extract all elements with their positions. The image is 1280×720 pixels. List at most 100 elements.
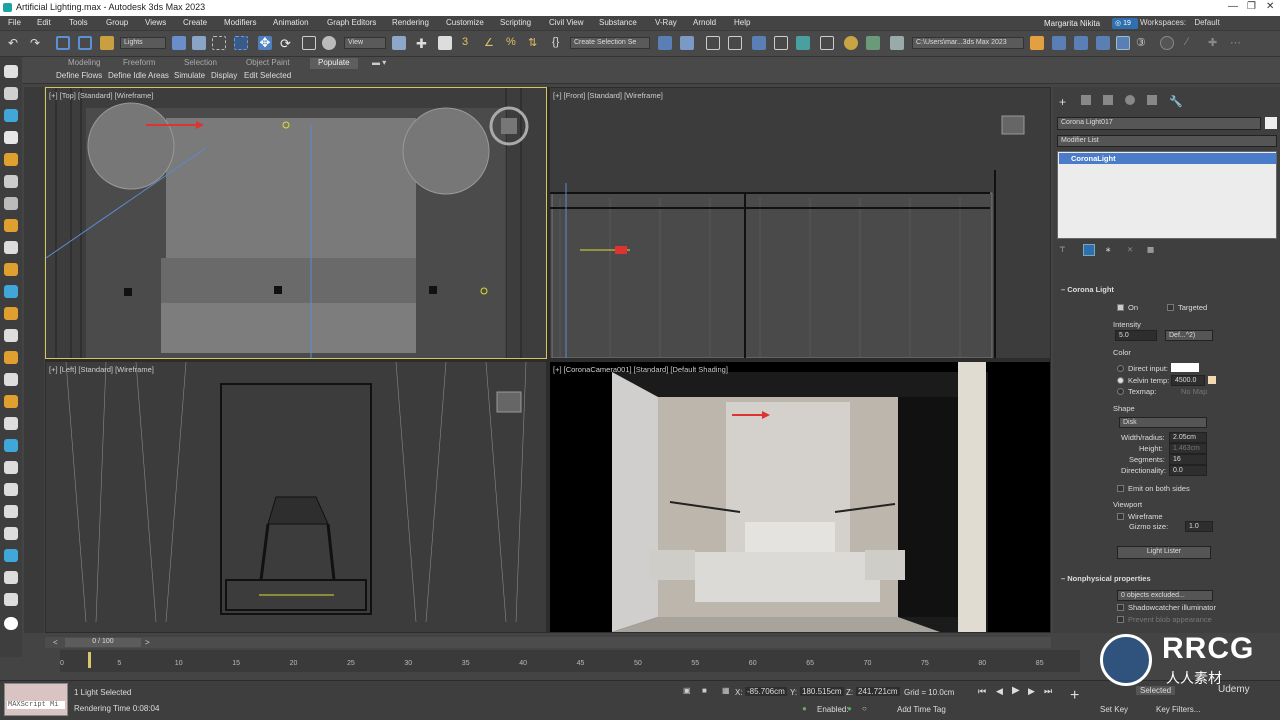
rollout-nonphysical-title[interactable]: – Nonphysical properties [1061,574,1151,583]
intensity-unit-dropdown[interactable]: Def...^2) [1165,330,1213,341]
texmap-radio[interactable] [1117,388,1124,395]
make-unique-icon[interactable]: ∗ [1105,245,1111,254]
orbit-icon[interactable] [4,87,18,100]
kelvin-swatch[interactable] [1208,376,1216,384]
viewport-left-label[interactable]: [+] [Left] [Standard] [Wireframe] [49,365,154,374]
objects-excluded-button[interactable]: 0 objects excluded... [1117,590,1213,601]
rotate-icon[interactable]: ⟳ [280,36,294,51]
select-object-icon[interactable] [172,36,186,50]
vray-icon[interactable] [4,593,18,606]
pin-stack-icon[interactable]: ⊤ [1059,245,1066,254]
unlink-icon[interactable] [78,36,92,50]
viewport-front-label[interactable]: [+] [Front] [Standard] [Wireframe] [553,91,663,100]
close-icon[interactable]: ✕ [1266,1,1274,12]
ribbon-options-icon[interactable]: ▬ ▾ [372,58,386,69]
sun-icon[interactable] [4,153,18,166]
goto-end-icon[interactable]: ⏭ [1044,686,1052,697]
globe-icon[interactable] [4,439,18,452]
stack-item-coronalight[interactable]: CoronaLight [1059,153,1276,164]
maximize-icon[interactable]: ❐ [1247,1,1256,12]
placement-icon[interactable] [322,36,336,50]
motion-tab-icon[interactable] [1125,95,1135,105]
box-icon[interactable] [4,241,18,254]
directionality-field[interactable]: 0.0 [1169,465,1207,476]
named-selection-dropdown[interactable]: Create Selection Se [570,37,650,49]
z-coord-field[interactable]: 241.721cm [856,687,900,696]
drop-icon[interactable] [4,109,18,122]
prev-frame-icon[interactable]: < [53,638,58,647]
menu-create[interactable]: Create [183,18,207,27]
hair-icon[interactable] [4,571,18,584]
simulate-button[interactable]: Simulate [174,71,205,80]
viewport-camera[interactable]: [+] [CoronaCamera001] [Standard] [Defaul… [550,362,1050,632]
particles-icon[interactable] [4,549,18,562]
three-icon[interactable]: ③ [1136,36,1150,50]
shape-dropdown[interactable]: Disk [1119,417,1207,428]
scene-explorer-icon[interactable] [706,36,720,50]
rendered-frame-icon[interactable] [866,36,880,50]
render-setup-icon[interactable] [844,36,858,50]
menu-customize[interactable]: Customize [446,18,484,27]
menu-scripting[interactable]: Scripting [500,18,531,27]
maxscript-input[interactable]: MAXScript Mi [7,701,65,709]
tab-modeling[interactable]: Modeling [68,58,100,69]
workspaces[interactable]: Workspaces: Default [1140,18,1220,27]
light-icon[interactable] [4,307,18,320]
segments-field[interactable]: 16 [1169,454,1207,465]
abs-mode-icon[interactable]: ▦ [722,686,730,695]
direct-input-swatch[interactable] [1171,363,1199,372]
lock-icon[interactable]: ■ [702,686,707,695]
enabled-toggle-icon[interactable]: ● [847,704,852,713]
add-time-tag[interactable]: Add Time Tag [897,705,946,714]
pivot-center-icon[interactable] [392,36,406,50]
light-lister-button[interactable]: Light Lister [1117,546,1211,559]
angle-snap-icon[interactable]: ∠ [484,36,498,50]
isolate-icon[interactable] [1074,36,1088,50]
curve-editor-icon[interactable] [774,36,788,50]
material-editor-icon[interactable] [820,36,834,50]
menu-edit[interactable]: Edit [37,18,51,27]
project-path[interactable]: C:\Users\mar...3ds Max 2023 [912,37,1024,49]
arnold-shader-icon[interactable] [4,617,18,630]
shadowcatcher-checkbox[interactable] [1117,604,1124,611]
intensity-value-field[interactable]: 5.0 [1115,330,1157,341]
create-tab-icon[interactable]: + [1059,95,1066,109]
auto-key-icon[interactable]: + [1070,687,1079,705]
no-map-button[interactable]: No Map [1181,387,1207,396]
define-idle-areas-button[interactable]: Define Idle Areas [108,71,169,80]
modifier-list-dropdown[interactable]: Modifier List [1057,135,1277,147]
notifications-badge[interactable]: ◎ 19 [1112,18,1138,29]
menu-help[interactable]: Help [734,18,750,27]
define-flows-button[interactable]: Define Flows [56,71,102,80]
user-account[interactable]: Margarita Nikita [1040,18,1106,29]
tab-populate[interactable]: Populate [310,58,358,69]
redo-icon[interactable]: ↷ [30,36,44,50]
menu-substance[interactable]: Substance [599,18,637,27]
hierarchy-tab-icon[interactable] [1103,95,1113,105]
menu-group[interactable]: Group [106,18,128,27]
object-color-swatch[interactable] [1265,117,1277,129]
percent-snap-icon[interactable]: % [506,36,520,50]
menu-arnold[interactable]: Arnold [693,18,716,27]
viewport-layout-icon[interactable] [1116,36,1130,50]
helper-icon[interactable] [4,373,18,386]
viewport-camera-label[interactable]: [+] [CoronaCamera001] [Standard] [Defaul… [553,365,728,374]
align-icon[interactable] [680,36,694,50]
tab-selection[interactable]: Selection [184,58,217,69]
menu-rendering[interactable]: Rendering [392,18,429,27]
edit-selected-button[interactable]: Edit Selected [244,71,291,80]
emit-both-checkbox[interactable] [1117,485,1124,492]
modify-tab-icon[interactable] [1081,95,1091,105]
key-filters-button[interactable]: Key Filters... [1156,705,1200,714]
remove-modifier-icon[interactable]: ✕ [1127,245,1133,254]
next-key-icon[interactable]: ▶ [1028,686,1035,697]
menu-graph-editors[interactable]: Graph Editors [327,18,376,27]
link-icon[interactable] [56,36,70,50]
move-icon[interactable]: ✥ [258,36,272,50]
kelvin-radio[interactable] [1117,377,1124,384]
ball-icon[interactable] [4,527,18,540]
menu-tools[interactable]: Tools [69,18,88,27]
goto-start-icon[interactable]: ⏮ [978,686,986,697]
bulb-icon[interactable] [4,219,18,232]
viewport-front[interactable]: [+] [Front] [Standard] [Wireframe] [550,88,1050,358]
